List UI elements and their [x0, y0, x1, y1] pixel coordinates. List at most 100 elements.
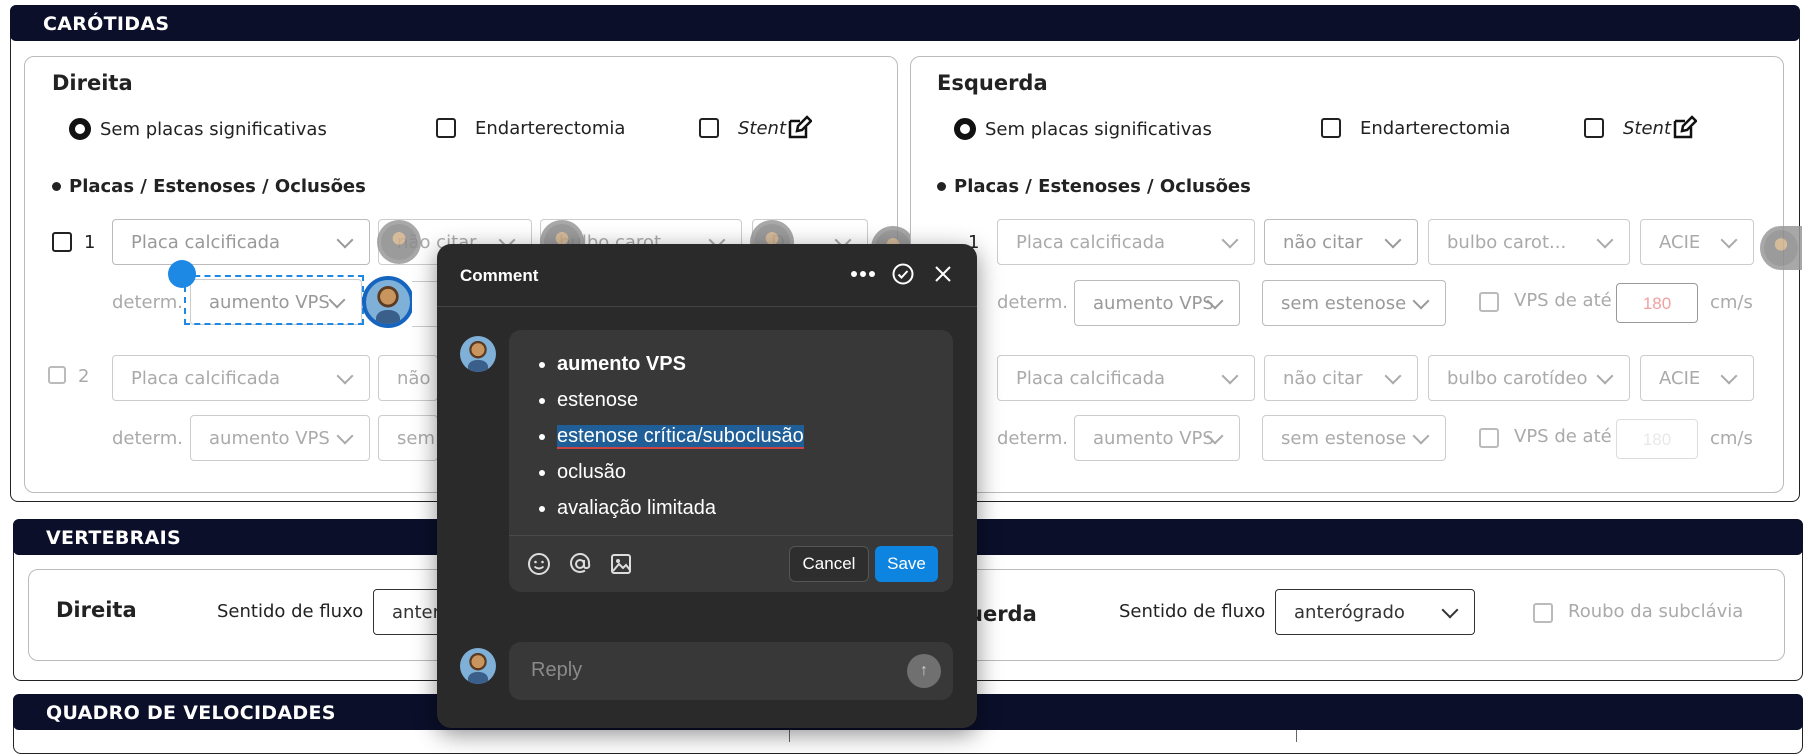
chevron-down-icon — [1720, 367, 1738, 385]
determ-label-left-2: determ. — [997, 428, 1068, 449]
stenosis-select-left-2[interactable]: sem estenose — [1262, 415, 1446, 461]
select-value: não — [397, 368, 431, 389]
endarterectomy-checkbox-right[interactable] — [436, 118, 456, 138]
reply-avatar — [460, 648, 496, 684]
save-button[interactable]: Save — [875, 546, 938, 582]
author-avatar — [460, 336, 496, 372]
resolve-check-icon[interactable] — [892, 263, 914, 285]
list-item: oclusão — [557, 454, 804, 490]
select-value: anter — [392, 602, 440, 623]
list-item-text: estenose — [557, 389, 639, 411]
stent-checkbox-right[interactable] — [699, 118, 719, 138]
vps-checkbox-left-1[interactable] — [1479, 292, 1499, 312]
determ-select-left-1[interactable]: aumento VPS — [1074, 280, 1240, 326]
plaque-type-select-right-1[interactable]: Placa calcificada — [112, 219, 370, 265]
flow-label-right: Sentido de fluxo — [217, 601, 364, 622]
image-icon[interactable] — [609, 552, 633, 576]
select-value: não citar — [1283, 368, 1363, 389]
side-select-left-1[interactable]: ACIE — [1640, 219, 1754, 265]
side-select-left-2[interactable]: ACIE — [1640, 355, 1754, 401]
vps-label-left-2: VPS de até — [1514, 426, 1612, 447]
stenosis-select-left-1[interactable]: sem estenose — [1262, 280, 1446, 326]
list-item: avaliação limitada — [557, 490, 804, 526]
vps-label-left-1: VPS de até — [1514, 290, 1612, 311]
determ-select-right-2[interactable]: aumento VPS — [190, 415, 370, 461]
select-value: ACIE — [1659, 232, 1701, 253]
comment-list: aumento VPS estenose estenose crítica/su… — [557, 346, 804, 526]
cite-select-right-2[interactable]: não — [378, 355, 438, 401]
chevron-down-icon — [1384, 231, 1402, 249]
chevron-down-icon — [1596, 231, 1614, 249]
selection-handle[interactable] — [168, 260, 196, 288]
select-value: sem — [397, 428, 435, 449]
collaborator-avatar[interactable] — [1760, 226, 1802, 270]
location-select-left-2[interactable]: bulbo carotídeo — [1428, 355, 1630, 401]
subclavian-checkbox[interactable] — [1533, 603, 1553, 623]
comment-pin-avatar[interactable] — [362, 276, 414, 328]
dialog-divider — [437, 306, 977, 307]
edit-icon[interactable] — [786, 115, 812, 141]
select-value: Placa calcificada — [1016, 232, 1166, 253]
select-value: ACIE — [1659, 368, 1701, 389]
list-item: estenose crítica/suboclusão — [557, 418, 804, 454]
chevron-down-icon — [1384, 367, 1402, 385]
select-value: sem estenose — [1281, 293, 1407, 314]
vps-input-left-1[interactable]: 180 — [1616, 283, 1698, 323]
stent-checkbox-left[interactable] — [1584, 118, 1604, 138]
select-value: bulbo carotídeo — [1447, 368, 1588, 389]
emoji-icon[interactable] — [527, 552, 551, 576]
determ-label-right-1: determ. — [112, 292, 183, 313]
endarterectomy-label-right: Endarterectomia — [475, 118, 626, 139]
chevron-down-icon — [336, 367, 354, 385]
no-plaques-radio-left[interactable] — [954, 118, 976, 140]
select-value: aumento VPS — [1093, 428, 1214, 449]
chevron-down-icon — [1596, 367, 1614, 385]
cite-select-left-1[interactable]: não citar — [1264, 219, 1418, 265]
cancel-button[interactable]: Cancel — [789, 546, 869, 582]
chevron-down-icon — [336, 231, 354, 249]
endarterectomy-checkbox-left[interactable] — [1321, 118, 1341, 138]
reply-placeholder: Reply — [531, 659, 583, 681]
editor-divider — [509, 535, 953, 536]
cite-select-left-2[interactable]: não citar — [1264, 355, 1418, 401]
mention-icon[interactable] — [568, 552, 592, 576]
reply-input[interactable]: Reply ↑ — [509, 642, 953, 700]
plaque-type-select-left-2[interactable]: Placa calcificada — [997, 355, 1255, 401]
select-value: bulbo carot... — [1447, 232, 1567, 253]
comment-dialog: Comment aumento VPS estenose estenose cr… — [437, 244, 977, 728]
determ-label-left-1: determ. — [997, 292, 1068, 313]
collaborator-avatar[interactable] — [377, 220, 421, 264]
vps-checkbox-left-2[interactable] — [1479, 428, 1499, 448]
select-value: Placa calcificada — [1016, 368, 1166, 389]
edit-icon[interactable] — [1671, 115, 1697, 141]
plaque-1-checkbox-right[interactable] — [52, 232, 72, 252]
determ-select-left-2[interactable]: aumento VPS — [1074, 415, 1240, 461]
table-divider — [789, 730, 790, 742]
select-value: não citar — [1283, 232, 1363, 253]
flow-select-left[interactable]: anterógrado — [1275, 589, 1475, 635]
list-item-text: avaliação limitada — [557, 497, 716, 519]
vps-unit-left-1: cm/s — [1710, 292, 1753, 313]
bullet-dot — [52, 182, 61, 191]
bullet-dot — [937, 182, 946, 191]
plaque-type-select-left-1[interactable]: Placa calcificada — [997, 219, 1255, 265]
plaque-type-select-right-2[interactable]: Placa calcificada — [112, 355, 370, 401]
no-plaques-radio-right[interactable] — [69, 118, 91, 140]
plaque-2-checkbox-right[interactable] — [48, 366, 66, 384]
comment-editor[interactable]: aumento VPS estenose estenose crítica/su… — [509, 330, 953, 592]
list-item: aumento VPS — [557, 346, 804, 382]
select-value: anterógrado — [1294, 602, 1405, 623]
section-header-carotidas: CARÓTIDAS — [10, 5, 1800, 41]
flow-label-left: Sentido de fluxo — [1119, 601, 1266, 622]
stenosis-select-right-2[interactable]: sem — [378, 415, 438, 461]
more-icon[interactable] — [850, 270, 876, 278]
vps-unit-left-2: cm/s — [1710, 428, 1753, 449]
send-arrow-icon[interactable]: ↑ — [907, 654, 941, 688]
carotid-right-title: Direita — [52, 71, 133, 95]
location-select-left-1[interactable]: bulbo carot... — [1428, 219, 1630, 265]
no-plaques-label-right: Sem placas significativas — [100, 119, 327, 140]
vps-input-left-2[interactable]: 180 — [1616, 419, 1698, 459]
stent-label-right: Stent — [738, 118, 787, 139]
close-icon[interactable] — [934, 265, 952, 283]
chevron-down-icon — [1441, 601, 1459, 619]
